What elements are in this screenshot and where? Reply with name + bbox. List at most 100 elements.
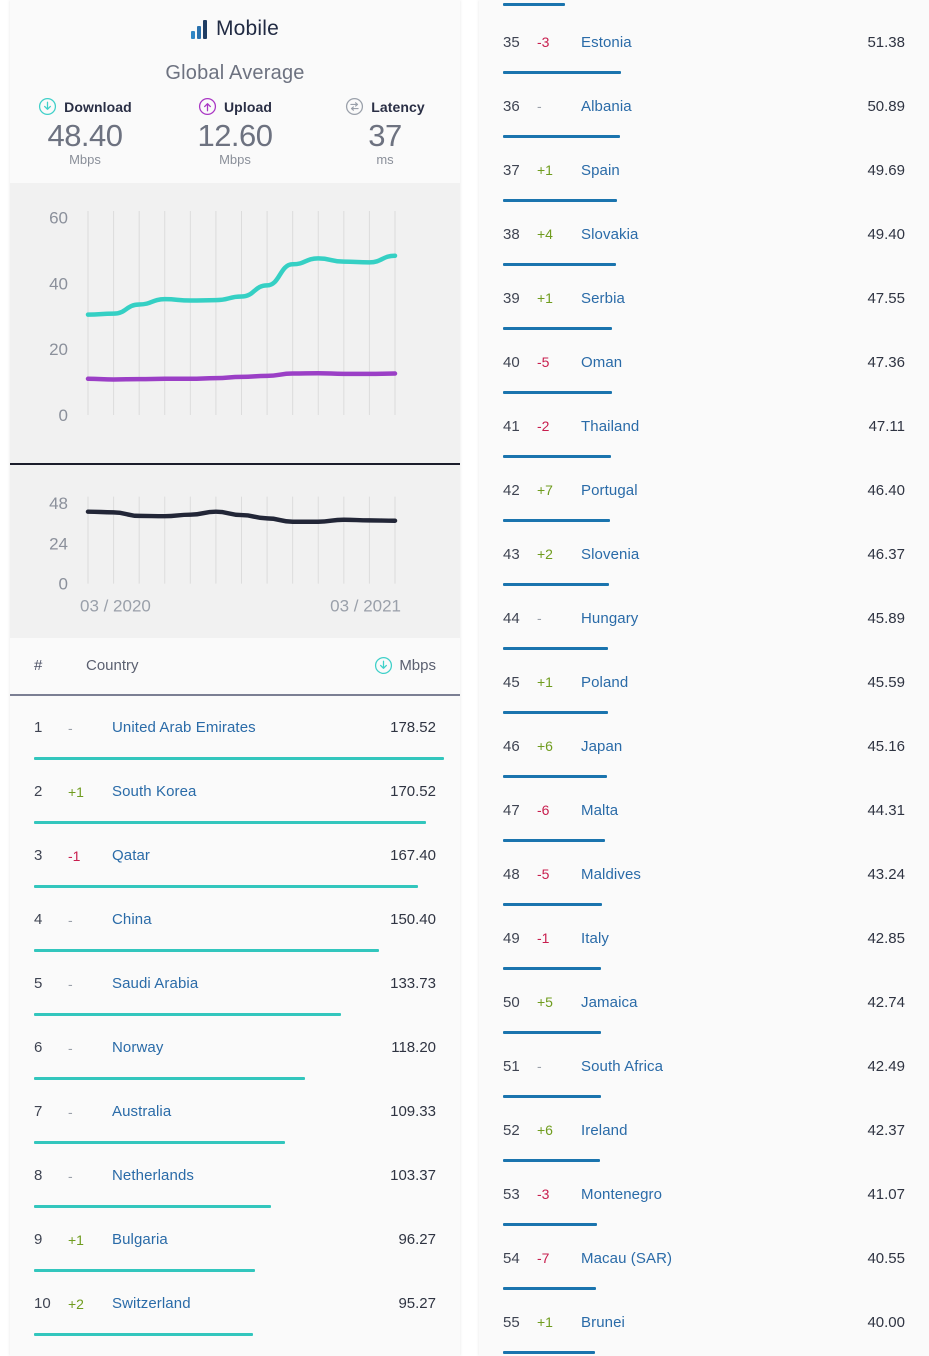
row-country-link[interactable]: Brunei — [581, 1314, 867, 1331]
column-header-rank: # — [34, 657, 43, 675]
summary-card: Mobile Global Average Download 48.40 Mbp… — [10, 0, 460, 183]
table-row[interactable]: 48 -5 Maldives 43.24 — [479, 842, 929, 906]
row-value: 46.40 — [867, 481, 905, 499]
row-rank-change: -2 — [537, 418, 550, 434]
row-value: 47.36 — [867, 353, 905, 371]
latency-swap-icon — [346, 97, 364, 116]
table-row[interactable]: 53 -3 Montenegro 41.07 — [479, 1162, 929, 1226]
row-value: 41.07 — [867, 1185, 905, 1203]
metric-upload-label: Upload — [223, 98, 273, 115]
table-row[interactable]: 49 -1 Italy 42.85 — [479, 906, 929, 970]
table-row[interactable]: 8 - Netherlands 103.37 — [10, 1144, 460, 1208]
table-row[interactable]: 5 - Saudi Arabia 133.73 — [10, 952, 460, 1016]
metric-upload-value: 12.60 — [197, 118, 273, 153]
row-country-link[interactable]: Hungary — [581, 610, 867, 627]
row-country-link[interactable]: Ireland — [581, 1122, 867, 1139]
table-row[interactable]: 4 - China 150.40 — [10, 888, 460, 952]
metric-download-unit: Mbps — [69, 151, 101, 167]
row-rank-change: -1 — [68, 847, 81, 864]
row-country-link[interactable]: Slovakia — [581, 226, 867, 243]
row-country-link[interactable]: Qatar — [112, 847, 390, 864]
row-country-link[interactable]: Estonia — [581, 34, 867, 51]
row-rank: 43 — [503, 545, 520, 563]
row-country-link[interactable]: Jamaica — [581, 994, 867, 1011]
row-rank-change: - — [537, 98, 542, 114]
table-row[interactable]: 10 +2 Switzerland 95.27 — [10, 1272, 460, 1336]
svg-text:0: 0 — [59, 574, 68, 593]
row-country-link[interactable]: Netherlands — [112, 1167, 390, 1184]
table-row[interactable]: 1 - United Arab Emirates 178.52 — [10, 696, 460, 760]
row-country-link[interactable]: Maldives — [581, 866, 867, 883]
table-row[interactable]: 50 +5 Jamaica 42.74 — [479, 970, 929, 1034]
row-country-link[interactable]: Bulgaria — [112, 1231, 398, 1248]
row-country-link[interactable]: Poland — [581, 674, 867, 691]
row-country-link[interactable]: South Korea — [112, 783, 390, 800]
table-row[interactable]: 9 +1 Bulgaria 96.27 — [10, 1208, 460, 1272]
bar-chart-icon — [190, 19, 207, 39]
table-row[interactable]: 37 +1 Spain 49.69 — [479, 138, 929, 202]
table-row[interactable]: 54 -7 Macau (SAR) 40.55 — [479, 1226, 929, 1290]
row-rank-change: +1 — [537, 290, 553, 306]
row-country-link[interactable]: Portugal — [581, 482, 867, 499]
table-row[interactable]: 46 +6 Japan 45.16 — [479, 714, 929, 778]
table-row[interactable]: 47 -6 Malta 44.31 — [479, 778, 929, 842]
row-rank-change: - — [68, 1039, 73, 1056]
table-row[interactable]: 3 -1 Qatar 167.40 — [10, 824, 460, 888]
row-rank: 6 — [34, 1039, 43, 1057]
table-row[interactable]: 41 -2 Thailand 47.11 — [479, 394, 929, 458]
table-row[interactable]: 6 - Norway 118.20 — [10, 1016, 460, 1080]
row-country-link[interactable]: Macau (SAR) — [581, 1250, 867, 1267]
table-body-left: 1 - United Arab Emirates 178.52 2 +1 South Kor… — [10, 696, 460, 1336]
row-country-link[interactable]: Italy — [581, 930, 867, 947]
row-value: 103.37 — [390, 1167, 436, 1185]
row-country-link[interactable]: Slovenia — [581, 546, 867, 563]
rank-bar — [503, 1351, 595, 1354]
row-rank: 8 — [34, 1167, 43, 1185]
row-country-link[interactable]: Norway — [112, 1039, 391, 1056]
column-header-value[interactable]: Mbps — [374, 656, 436, 675]
row-country-link[interactable]: Montenegro — [581, 1186, 867, 1203]
row-country-link[interactable]: Japan — [581, 738, 867, 755]
metric-download: Download 48.40 Mbps — [10, 97, 160, 167]
table-row[interactable]: 51 - South Africa 42.49 — [479, 1034, 929, 1098]
table-row[interactable]: 39 +1 Serbia 47.55 — [479, 266, 929, 330]
row-country-link[interactable]: Oman — [581, 354, 867, 371]
row-country-link[interactable]: Thailand — [581, 418, 869, 435]
row-rank-change: - — [68, 911, 73, 928]
table-row[interactable]: 2 +1 South Korea 170.52 — [10, 760, 460, 824]
row-value: 96.27 — [398, 1231, 436, 1249]
row-country-link[interactable]: Australia — [112, 1103, 390, 1120]
table-body-right: 35 -3 Estonia 51.38 36 - Albania 50.89 37 +1 Spain… — [479, 10, 929, 1354]
table-row[interactable]: 38 +4 Slovakia 49.40 — [479, 202, 929, 266]
table-row[interactable]: 40 -5 Oman 47.36 — [479, 330, 929, 394]
row-rank: 53 — [503, 1185, 520, 1203]
table-row[interactable]: 43 +2 Slovenia 46.37 — [479, 522, 929, 586]
row-country-link[interactable]: China — [112, 911, 390, 928]
table-row[interactable]: 45 +1 Poland 45.59 — [479, 650, 929, 714]
row-rank-change: - — [537, 1058, 542, 1074]
rank-bar — [503, 3, 565, 6]
row-country-link[interactable]: Malta — [581, 802, 867, 819]
row-country-link[interactable]: Spain — [581, 162, 867, 179]
table-row[interactable]: 44 - Hungary 45.89 — [479, 586, 929, 650]
table-row[interactable]: 36 - Albania 50.89 — [479, 74, 929, 138]
table-row[interactable]: 52 +6 Ireland 42.37 — [479, 1098, 929, 1162]
row-country-link[interactable]: Saudi Arabia — [112, 975, 390, 992]
svg-text:24: 24 — [49, 534, 68, 553]
row-country-link[interactable]: Switzerland — [112, 1295, 398, 1312]
row-country-link[interactable]: South Africa — [581, 1058, 867, 1075]
row-value: 133.73 — [390, 975, 436, 993]
row-country-link[interactable]: United Arab Emirates — [112, 719, 390, 736]
row-value: 51.38 — [867, 33, 905, 51]
row-country-link[interactable]: Serbia — [581, 290, 867, 307]
row-country-link[interactable]: Albania — [581, 98, 867, 115]
row-rank-change: +1 — [68, 1231, 84, 1248]
metric-upload-unit: Mbps — [219, 151, 251, 167]
table-row[interactable]: 7 - Australia 109.33 — [10, 1080, 460, 1144]
row-value: 45.16 — [867, 737, 905, 755]
brand-row: Mobile — [10, 12, 460, 46]
table-row[interactable]: 42 +7 Portugal 46.40 — [479, 458, 929, 522]
table-row[interactable]: 55 +1 Brunei 40.00 — [479, 1290, 929, 1354]
table-row[interactable]: 35 -3 Estonia 51.38 — [479, 10, 929, 74]
rank-bar — [34, 1332, 253, 1336]
